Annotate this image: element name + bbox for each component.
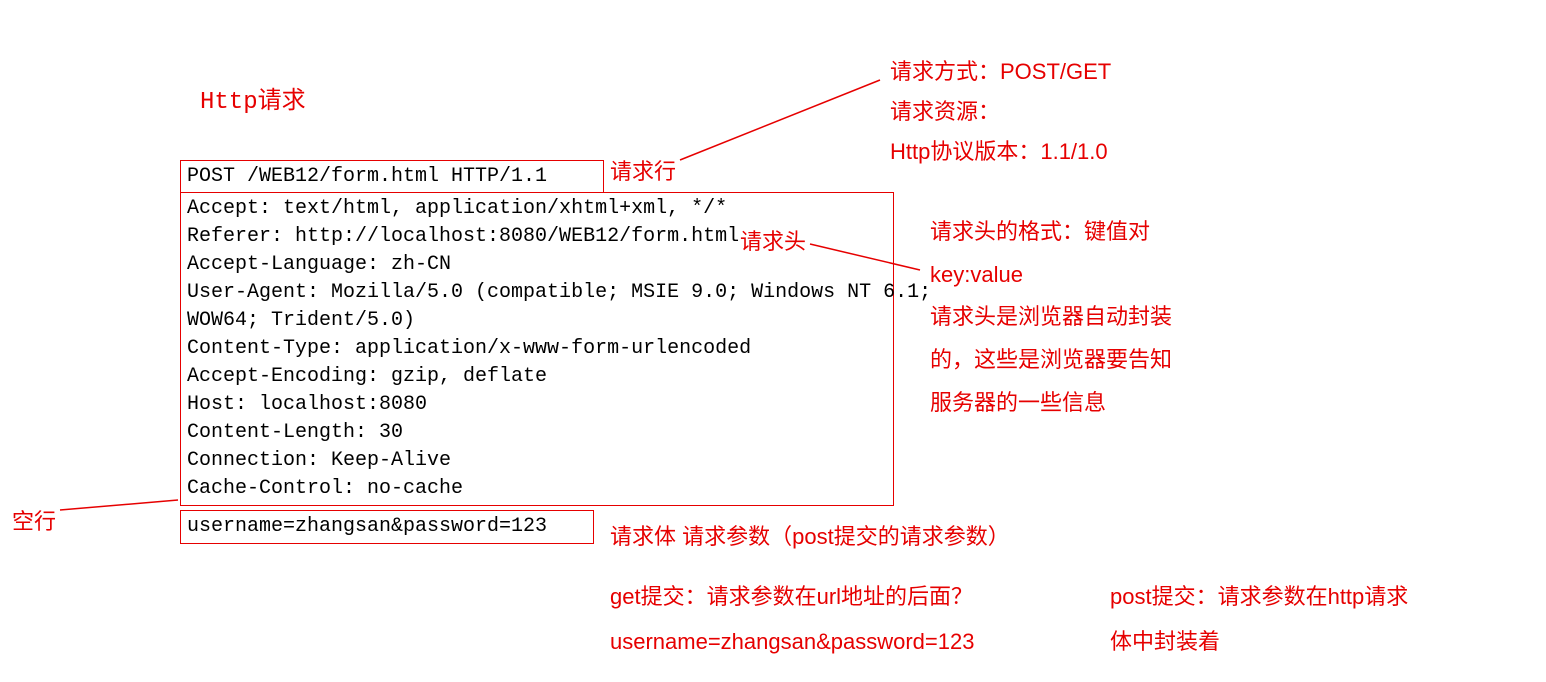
- header-fmt-line5: 服务器的一些信息: [930, 386, 1106, 419]
- req-method-line1: 请求方式：POST/GET: [890, 55, 1111, 88]
- request-body-box: username=zhangsan&password=123: [180, 510, 594, 544]
- header-fmt-line2: key:value: [930, 258, 1023, 291]
- get-note-line2: username=zhangsan&password=123: [610, 625, 974, 658]
- header-fmt-line3: 请求头是浏览器自动封装: [930, 300, 1172, 333]
- request-body-label: 请求体 请求参数（post提交的请求参数）: [610, 520, 1010, 553]
- empty-line-label: 空行: [12, 505, 56, 538]
- post-note-line1: post提交：请求参数在http请求: [1110, 580, 1408, 613]
- get-note-line1: get提交：请求参数在url地址的后面？: [610, 580, 973, 613]
- req-method-line3: Http协议版本：1.1/1.0: [890, 135, 1108, 168]
- header-fmt-line4: 的，这些是浏览器要告知: [930, 343, 1172, 376]
- diagram-title: Http请求: [200, 85, 306, 121]
- request-header-label: 请求头: [740, 225, 806, 258]
- req-method-line2: 请求资源：: [890, 95, 1000, 128]
- request-line-label: 请求行: [610, 155, 676, 188]
- header-fmt-line1: 请求头的格式：键值对: [930, 215, 1150, 248]
- http-request-diagram: Http请求 POST /WEB12/form.html HTTP/1.1 请求…: [0, 0, 1546, 682]
- post-note-line2: 体中封装着: [1110, 625, 1220, 658]
- request-line-box: POST /WEB12/form.html HTTP/1.1: [180, 160, 604, 194]
